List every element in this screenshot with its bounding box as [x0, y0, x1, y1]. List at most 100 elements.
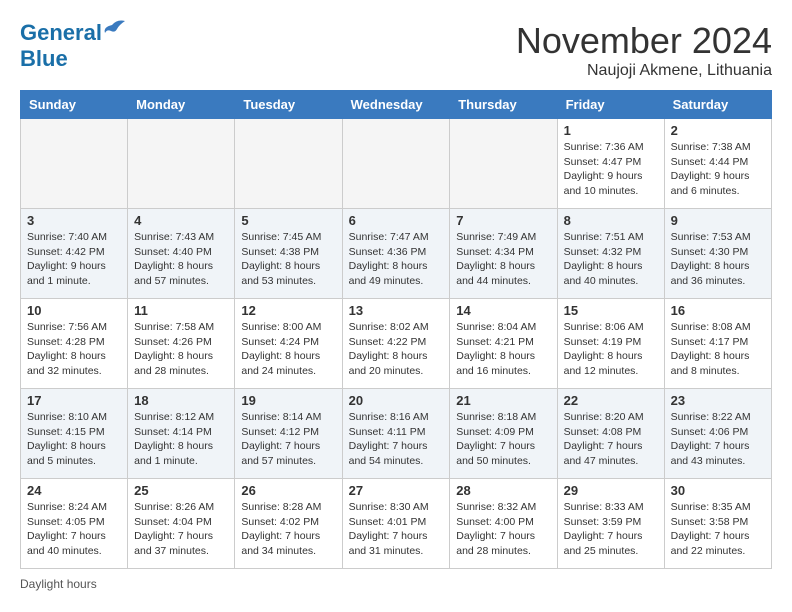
title-block: November 2024 Naujoji Akmene, Lithuania — [516, 20, 772, 80]
calendar-cell: 26 Sunrise: 8:28 AM Sunset: 4:02 PM Dayli… — [235, 479, 342, 569]
calendar-cell: 18 Sunrise: 8:12 AM Sunset: 4:14 PM Dayli… — [128, 389, 235, 479]
calendar-week-row: 17 Sunrise: 8:10 AM Sunset: 4:15 PM Dayli… — [21, 389, 772, 479]
day-number: 2 — [671, 123, 765, 138]
day-info: Sunrise: 8:10 AM Sunset: 4:15 PM Dayligh… — [27, 410, 121, 469]
day-number: 16 — [671, 303, 765, 318]
day-info: Sunrise: 8:20 AM Sunset: 4:08 PM Dayligh… — [564, 410, 658, 469]
calendar-cell: 22 Sunrise: 8:20 AM Sunset: 4:08 PM Dayli… — [557, 389, 664, 479]
calendar-day-header: Wednesday — [342, 91, 450, 119]
page-header: General Blue November 2024 Naujoji Akmen… — [20, 20, 772, 80]
day-number: 12 — [241, 303, 335, 318]
calendar-cell: 21 Sunrise: 8:18 AM Sunset: 4:09 PM Dayli… — [450, 389, 557, 479]
day-info: Sunrise: 8:04 AM Sunset: 4:21 PM Dayligh… — [456, 320, 550, 379]
calendar-cell: 5 Sunrise: 7:45 AM Sunset: 4:38 PM Daylig… — [235, 209, 342, 299]
logo: General Blue — [20, 20, 127, 72]
calendar-header-row: SundayMondayTuesdayWednesdayThursdayFrid… — [21, 91, 772, 119]
calendar-day-header: Sunday — [21, 91, 128, 119]
day-info: Sunrise: 7:43 AM Sunset: 4:40 PM Dayligh… — [134, 230, 228, 289]
calendar-cell: 12 Sunrise: 8:00 AM Sunset: 4:24 PM Dayli… — [235, 299, 342, 389]
day-number: 13 — [349, 303, 444, 318]
calendar-week-row: 1 Sunrise: 7:36 AM Sunset: 4:47 PM Daylig… — [21, 119, 772, 209]
calendar-week-row: 3 Sunrise: 7:40 AM Sunset: 4:42 PM Daylig… — [21, 209, 772, 299]
calendar-table: SundayMondayTuesdayWednesdayThursdayFrid… — [20, 90, 772, 569]
day-number: 3 — [27, 213, 121, 228]
day-info: Sunrise: 7:49 AM Sunset: 4:34 PM Dayligh… — [456, 230, 550, 289]
day-info: Sunrise: 7:53 AM Sunset: 4:30 PM Dayligh… — [671, 230, 765, 289]
logo-text: General Blue — [20, 20, 102, 72]
calendar-cell: 27Sunrise: 8:30 AM Sunset: 4:01 PM Dayli… — [342, 479, 450, 569]
calendar-day-header: Saturday — [664, 91, 771, 119]
day-number: 20 — [349, 393, 444, 408]
day-info: Sunrise: 8:22 AM Sunset: 4:06 PM Dayligh… — [671, 410, 765, 469]
calendar-day-header: Friday — [557, 91, 664, 119]
calendar-cell — [450, 119, 557, 209]
calendar-cell: 19 Sunrise: 8:14 AM Sunset: 4:12 PM Dayli… — [235, 389, 342, 479]
day-number: 21 — [456, 393, 550, 408]
day-number: 9 — [671, 213, 765, 228]
calendar-day-header: Monday — [128, 91, 235, 119]
day-info: Sunrise: 8:00 AM Sunset: 4:24 PM Dayligh… — [241, 320, 335, 379]
calendar-cell: 13 Sunrise: 8:02 AM Sunset: 4:22 PM Dayli… — [342, 299, 450, 389]
day-number: 4 — [134, 213, 228, 228]
day-number: 17 — [27, 393, 121, 408]
day-number: 28 — [456, 483, 550, 498]
day-info: Sunrise: 8:02 AM Sunset: 4:22 PM Dayligh… — [349, 320, 444, 379]
location-subtitle: Naujoji Akmene, Lithuania — [516, 62, 772, 80]
calendar-week-row: 10Sunrise: 7:56 AM Sunset: 4:28 PM Dayli… — [21, 299, 772, 389]
calendar-cell: 23 Sunrise: 8:22 AM Sunset: 4:06 PM Dayli… — [664, 389, 771, 479]
day-info: Sunrise: 8:06 AM Sunset: 4:19 PM Dayligh… — [564, 320, 658, 379]
calendar-cell: 11Sunrise: 7:58 AM Sunset: 4:26 PM Dayli… — [128, 299, 235, 389]
calendar-cell: 28Sunrise: 8:32 AM Sunset: 4:00 PM Dayli… — [450, 479, 557, 569]
day-number: 25 — [134, 483, 228, 498]
calendar-cell: 15 Sunrise: 8:06 AM Sunset: 4:19 PM Dayli… — [557, 299, 664, 389]
calendar-cell: 16 Sunrise: 8:08 AM Sunset: 4:17 PM Dayli… — [664, 299, 771, 389]
day-info: Sunrise: 8:08 AM Sunset: 4:17 PM Dayligh… — [671, 320, 765, 379]
day-info: Sunrise: 7:45 AM Sunset: 4:38 PM Dayligh… — [241, 230, 335, 289]
calendar-cell: 7Sunrise: 7:49 AM Sunset: 4:34 PM Daylig… — [450, 209, 557, 299]
day-info: Sunrise: 7:51 AM Sunset: 4:32 PM Dayligh… — [564, 230, 658, 289]
calendar-cell: 2 Sunrise: 7:38 AM Sunset: 4:44 PM Daylig… — [664, 119, 771, 209]
calendar-cell: 3 Sunrise: 7:40 AM Sunset: 4:42 PM Daylig… — [21, 209, 128, 299]
day-number: 19 — [241, 393, 335, 408]
day-number: 14 — [456, 303, 550, 318]
calendar-cell: 4 Sunrise: 7:43 AM Sunset: 4:40 PM Daylig… — [128, 209, 235, 299]
day-info: Sunrise: 8:35 AM Sunset: 3:58 PM Dayligh… — [671, 500, 765, 559]
day-info: Sunrise: 7:38 AM Sunset: 4:44 PM Dayligh… — [671, 140, 765, 199]
calendar-cell — [128, 119, 235, 209]
day-number: 30 — [671, 483, 765, 498]
calendar-cell: 17 Sunrise: 8:10 AM Sunset: 4:15 PM Dayli… — [21, 389, 128, 479]
calendar-cell: 1 Sunrise: 7:36 AM Sunset: 4:47 PM Daylig… — [557, 119, 664, 209]
day-info: Sunrise: 8:14 AM Sunset: 4:12 PM Dayligh… — [241, 410, 335, 469]
calendar-cell: 24Sunrise: 8:24 AM Sunset: 4:05 PM Dayli… — [21, 479, 128, 569]
day-number: 22 — [564, 393, 658, 408]
day-number: 26 — [241, 483, 335, 498]
day-info: Sunrise: 7:40 AM Sunset: 4:42 PM Dayligh… — [27, 230, 121, 289]
calendar-week-row: 24Sunrise: 8:24 AM Sunset: 4:05 PM Dayli… — [21, 479, 772, 569]
calendar-cell: 6Sunrise: 7:47 AM Sunset: 4:36 PM Daylig… — [342, 209, 450, 299]
day-number: 11 — [134, 303, 228, 318]
calendar-cell — [21, 119, 128, 209]
day-number: 10 — [27, 303, 121, 318]
day-number: 15 — [564, 303, 658, 318]
day-number: 18 — [134, 393, 228, 408]
day-number: 6 — [349, 213, 444, 228]
day-number: 23 — [671, 393, 765, 408]
day-info: Sunrise: 8:28 AM Sunset: 4:02 PM Dayligh… — [241, 500, 335, 559]
calendar-cell: 9 Sunrise: 7:53 AM Sunset: 4:30 PM Daylig… — [664, 209, 771, 299]
calendar-cell — [235, 119, 342, 209]
day-info: Sunrise: 8:33 AM Sunset: 3:59 PM Dayligh… — [564, 500, 658, 559]
day-info: Sunrise: 7:36 AM Sunset: 4:47 PM Dayligh… — [564, 140, 658, 199]
calendar-cell: 14 Sunrise: 8:04 AM Sunset: 4:21 PM Dayli… — [450, 299, 557, 389]
day-number: 24 — [27, 483, 121, 498]
day-number: 29 — [564, 483, 658, 498]
day-number: 5 — [241, 213, 335, 228]
footer-note: Daylight hours — [20, 577, 772, 591]
calendar-cell: 10Sunrise: 7:56 AM Sunset: 4:28 PM Dayli… — [21, 299, 128, 389]
day-info: Sunrise: 8:16 AM Sunset: 4:11 PM Dayligh… — [349, 410, 444, 469]
day-info: Sunrise: 8:12 AM Sunset: 4:14 PM Dayligh… — [134, 410, 228, 469]
day-info: Sunrise: 8:18 AM Sunset: 4:09 PM Dayligh… — [456, 410, 550, 469]
calendar-cell: 25Sunrise: 8:26 AM Sunset: 4:04 PM Dayli… — [128, 479, 235, 569]
calendar-cell — [342, 119, 450, 209]
calendar-cell: 8Sunrise: 7:51 AM Sunset: 4:32 PM Daylig… — [557, 209, 664, 299]
day-number: 1 — [564, 123, 658, 138]
